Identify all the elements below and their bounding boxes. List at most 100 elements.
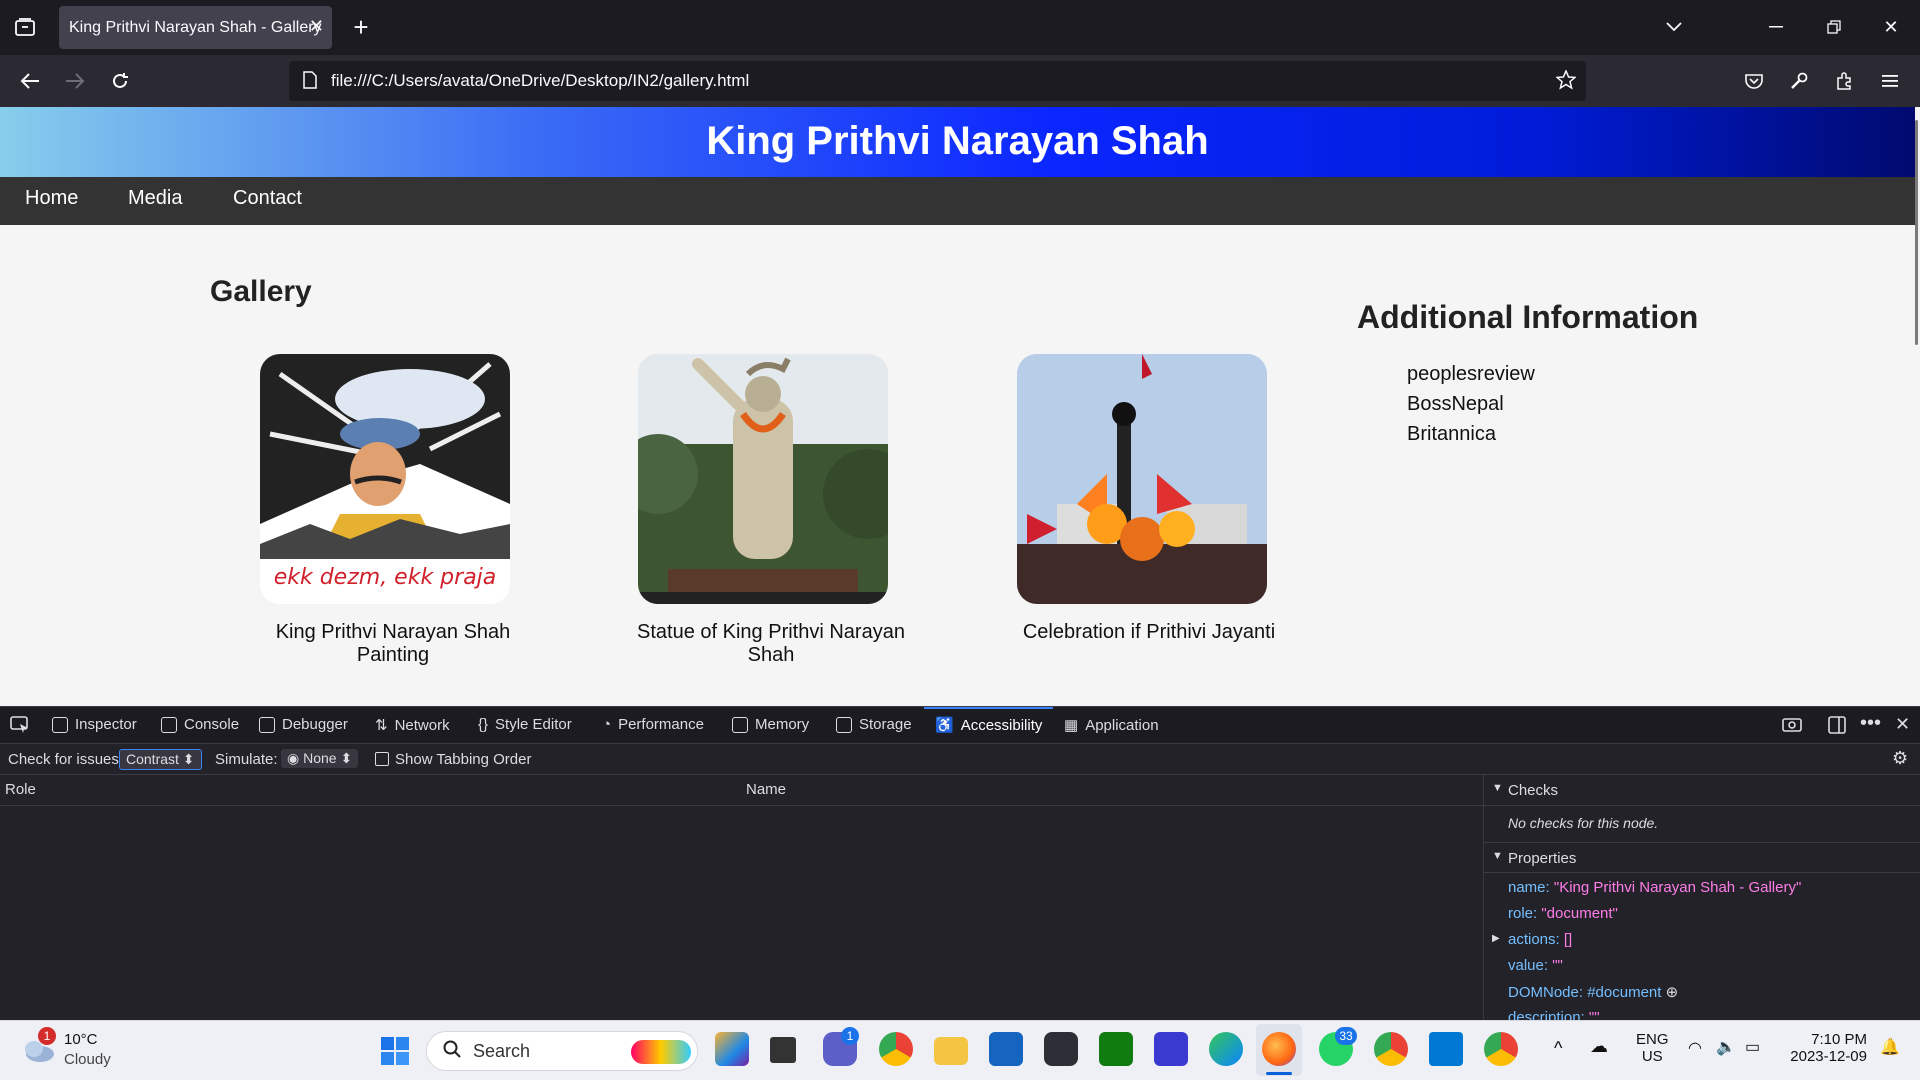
more-options-icon[interactable]: ••• <box>1860 712 1881 735</box>
chrome-profile-icon[interactable] <box>1374 1032 1408 1066</box>
tab-overview-icon[interactable] <box>7 9 43 45</box>
notification-bell-icon[interactable]: 🔔 <box>1880 1037 1900 1057</box>
memory-icon <box>732 716 748 733</box>
minimize-icon[interactable] <box>1758 9 1794 45</box>
check-issues-select[interactable]: Contrast ⬍ <box>119 749 202 770</box>
battery-icon[interactable]: ▭ <box>1745 1037 1760 1057</box>
gallery-image-celebration[interactable] <box>1017 354 1267 604</box>
nav-media[interactable]: Media <box>128 187 182 210</box>
tab-label: Application <box>1085 716 1159 734</box>
weather-badge: 1 <box>38 1027 56 1045</box>
link-peoplesreview[interactable]: peoplesreview <box>1407 363 1535 386</box>
vscode-icon[interactable] <box>1429 1032 1463 1066</box>
start-icon[interactable] <box>380 1036 410 1071</box>
checks-section-header[interactable]: ▼ Checks <box>1484 775 1920 806</box>
weather-desc: Cloudy <box>64 1051 111 1068</box>
forward-icon[interactable] <box>57 63 93 99</box>
prop-value: "document" <box>1541 905 1618 922</box>
taskbar-search[interactable]: Search <box>426 1031 698 1071</box>
property-domnode[interactable]: DOMNode: #document ⊕ <box>1508 983 1678 1001</box>
link-britannica[interactable]: Britannica <box>1407 423 1496 446</box>
gallery-image-statue[interactable] <box>638 354 888 604</box>
chrome-secondary-icon[interactable] <box>1484 1032 1518 1066</box>
simulate-select[interactable]: ◉ None ⬍ <box>281 749 359 768</box>
devtools-tab-console[interactable]: Console <box>161 716 239 733</box>
nav-home[interactable]: Home <box>25 187 78 210</box>
show-hidden-icons[interactable]: ^ <box>1554 1038 1562 1059</box>
property-value[interactable]: value: "" <box>1508 957 1563 974</box>
screenshot-icon[interactable] <box>1782 716 1802 737</box>
devtools-tab-style-editor[interactable]: {} Style Editor <box>478 716 572 733</box>
firefox-icon[interactable] <box>1262 1032 1296 1066</box>
link-bossnepal[interactable]: BossNepal <box>1407 393 1504 416</box>
prop-key: role: <box>1508 905 1538 922</box>
devtools-tab-accessibility[interactable]: ♿ Accessibility <box>935 716 1042 735</box>
devtools-tab-debugger[interactable]: Debugger <box>259 716 348 733</box>
bookmark-star-icon[interactable] <box>1555 69 1577 95</box>
language-indicator[interactable]: ENG US <box>1636 1031 1669 1065</box>
search-icon <box>443 1040 461 1063</box>
menu-icon[interactable] <box>1872 63 1908 99</box>
accessibility-icon: ♿ <box>935 717 954 734</box>
site-title: King Prithvi Narayan Shah <box>706 119 1209 163</box>
devtools-tab-application[interactable]: ▦ Application <box>1064 716 1159 735</box>
devtools-close-icon[interactable]: ✕ <box>1895 714 1910 735</box>
prop-value: "King Prithvi Narayan Shah - Gallery" <box>1553 879 1802 896</box>
clock-time: 7:10 PM <box>1811 1031 1867 1048</box>
console-icon <box>161 716 177 733</box>
task-view-icon[interactable] <box>770 1037 796 1063</box>
settings-gear-icon[interactable]: ⚙ <box>1892 748 1908 769</box>
reload-icon[interactable] <box>102 63 138 99</box>
volume-icon[interactable]: 🔈 <box>1716 1037 1736 1057</box>
devtools-tab-inspector[interactable]: Inspector <box>52 716 137 733</box>
devtools-tab-network[interactable]: ⇅ Network <box>375 716 450 735</box>
restore-icon[interactable] <box>1816 9 1852 45</box>
performance-icon: ◔ <box>602 716 612 733</box>
store-icon[interactable] <box>989 1032 1023 1066</box>
tabbing-order-checkbox[interactable] <box>375 752 389 766</box>
teams-badge: 1 <box>841 1027 859 1045</box>
active-tab-indicator <box>924 707 1053 709</box>
wrench-icon[interactable] <box>1781 63 1817 99</box>
copilot-icon[interactable] <box>715 1032 749 1066</box>
element-picker-icon[interactable] <box>10 716 30 739</box>
extensions-icon[interactable] <box>1827 63 1863 99</box>
collapse-icon: ▼ <box>1492 850 1503 862</box>
tab-close-icon[interactable]: ✕ <box>309 16 324 37</box>
tab-label: Debugger <box>282 716 348 733</box>
browser-tab[interactable]: King Prithvi Narayan Shah - Gallery ✕ <box>59 6 332 49</box>
clock[interactable]: 7:10 PM 2023-12-09 <box>1787 1031 1867 1065</box>
xbox-icon[interactable] <box>1099 1032 1133 1066</box>
property-description[interactable]: description: "" <box>1508 1009 1600 1020</box>
devtools-tab-performance[interactable]: ◔ Performance <box>602 716 704 733</box>
check-issues-value: Contrast <box>126 751 179 767</box>
nav-contact[interactable]: Contact <box>233 187 302 210</box>
design-app-icon[interactable] <box>1154 1032 1188 1066</box>
properties-section-header[interactable]: ▼ Properties <box>1484 842 1920 873</box>
prop-value: "" <box>1552 957 1563 974</box>
pocket-icon[interactable] <box>1736 63 1772 99</box>
devtools-tab-storage[interactable]: Storage <box>836 716 912 733</box>
chrome-icon[interactable] <box>879 1032 913 1066</box>
new-tab-icon[interactable]: + <box>343 9 379 45</box>
property-role[interactable]: role: "document" <box>1508 905 1618 922</box>
back-icon[interactable] <box>12 63 48 99</box>
page-scrollbar-thumb[interactable] <box>1915 120 1918 345</box>
unity-icon[interactable] <box>1044 1032 1078 1066</box>
wifi-icon[interactable]: ◠ <box>1688 1038 1702 1058</box>
accessibility-toolbar: Check for issues: Contrast ⬍ Simulate: ◉… <box>0 743 1920 775</box>
onedrive-icon[interactable]: ☁ <box>1590 1036 1608 1057</box>
checks-empty-text: No checks for this node. <box>1508 815 1659 831</box>
edge-icon[interactable] <box>1209 1032 1243 1066</box>
window-close-icon[interactable]: ✕ <box>1873 9 1909 45</box>
property-name[interactable]: name: "King Prithvi Narayan Shah - Galle… <box>1508 879 1801 896</box>
gallery-image-painting[interactable]: ekk dezm, ekk praja <box>260 354 510 604</box>
url-bar[interactable]: file:///C:/Users/avata/OneDrive/Desktop/… <box>289 61 1586 101</box>
file-explorer-icon[interactable] <box>934 1037 968 1065</box>
property-actions[interactable]: ▶ actions: [] <box>1492 931 1572 948</box>
devtools-tab-memory[interactable]: Memory <box>732 716 809 733</box>
list-tabs-icon[interactable] <box>1656 9 1692 45</box>
expand-icon[interactable]: ▶ <box>1492 933 1500 944</box>
dock-icon[interactable] <box>1828 716 1846 739</box>
target-node-icon[interactable]: ⊕ <box>1666 984 1679 1001</box>
